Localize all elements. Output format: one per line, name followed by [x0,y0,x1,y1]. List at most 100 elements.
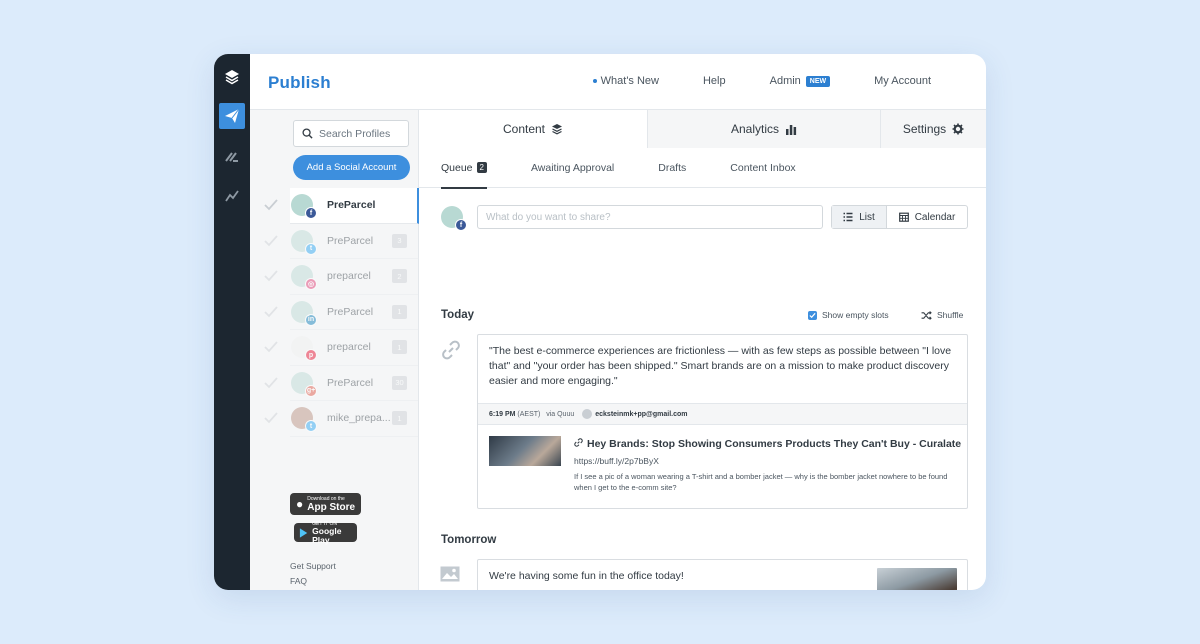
profile-item[interactable]: in PreParcel 1 [250,295,419,330]
profile-item[interactable]: g+ PreParcel 30 [250,366,419,401]
app-store-badge[interactable]: ● Download on the App Store [290,493,361,515]
profile-name: mike_prepa... [327,412,391,425]
check-icon[interactable] [264,270,278,282]
share-composer-input[interactable]: What do you want to share? [477,205,823,229]
reply-icon[interactable] [219,144,245,170]
faq-link[interactable]: FAQ [290,574,336,589]
twitter-icon: t [305,420,317,433]
check-icon[interactable] [264,234,278,247]
avatar: in [291,300,317,326]
list-label: List [859,211,875,223]
nav-label: Help [702,75,726,87]
profile-name: preparcel [327,341,371,354]
profile-name: PreParcel [327,234,374,247]
check-icon[interactable] [264,341,278,353]
nav-my-account[interactable]: My Account [874,75,931,87]
link-url[interactable]: https://buff.ly/2p7bByX [574,456,659,466]
shuffle-icon [921,310,932,320]
avatar: t [291,229,317,255]
profile-name: preparcel [327,270,371,283]
queued-post-tomorrow[interactable]: We're having some fun in the office toda… [477,559,968,590]
tab-analytics[interactable]: Analytics [647,110,880,148]
shuffle-button[interactable]: Shuffle [921,310,963,320]
link-icon [442,340,460,360]
profile-item[interactable]: t mike_prepa... 1 [250,401,419,437]
check-icon[interactable] [264,305,278,318]
calendar-icon [898,212,909,222]
facebook-icon: f [455,219,467,231]
link-title: Hey Brands: Stop Showing Consumers Produ… [574,438,961,450]
play-icon [299,527,308,538]
profile-name: PreParcel [327,305,374,318]
layers-icon[interactable] [219,64,245,90]
queue-count-badge: 2 [392,269,407,284]
avatar: g+ [291,371,317,397]
sidebar-footer-links: Get Support FAQ [290,559,336,589]
nav-admin[interactable]: Admin NEW [770,75,831,87]
avatar: ◎ [291,265,317,291]
day-heading-today: Today [441,309,475,321]
profile-item[interactable]: f PreParcel [250,188,419,224]
check-icon[interactable] [264,199,278,211]
subtab-drafts[interactable]: Drafts [658,148,686,188]
main-content: Content Analytics Settings Queue 2 Await… [419,110,986,590]
link-icon [574,438,583,447]
list-view-button[interactable]: List [832,206,887,228]
top-tabs: Content Analytics Settings [419,110,986,148]
tab-content[interactable]: Content [419,110,647,148]
new-badge: NEW [805,75,831,87]
nav-whats-new[interactable]: What's New [592,75,659,87]
subtab-queue[interactable]: Queue 2 [441,148,487,189]
profile-name: PreParcel [327,199,376,212]
tab-label: Analytics [730,122,780,136]
nav-help[interactable]: Help [703,75,726,87]
instagram-icon: ◎ [305,278,317,291]
linkedin-icon: in [305,313,317,326]
pinterest-icon: p [305,349,317,362]
twitter-icon: t [305,242,317,255]
check-icon[interactable] [264,376,278,389]
profile-item[interactable]: ◎ preparcel 2 [250,259,419,295]
search-profiles-input[interactable]: Search Profiles [293,120,409,147]
app-window: Publish What's New Help Admin NEW My Acco… [214,54,986,590]
post-timezone: (AEST) [517,410,541,418]
store-big-text: App Store [307,501,356,513]
check-icon[interactable] [264,412,278,424]
queue-count-badge: 3 [392,233,407,248]
avatar: t [291,407,317,433]
subtab-content-inbox[interactable]: Content Inbox [730,148,795,188]
add-social-account-button[interactable]: Add a Social Account [293,155,410,180]
analytics-icon[interactable] [219,183,245,209]
nav-label: Admin [769,75,801,87]
day-heading-tomorrow: Tomorrow [441,534,497,546]
sub-tabs: Queue 2 Awaiting Approval Drafts Content… [419,148,986,189]
profiles-sidebar: Search Profiles Add a Social Account f P… [250,110,419,590]
avatar: f [441,206,467,231]
image-icon [440,566,460,582]
link-thumbnail [489,436,561,466]
apple-icon: ● [296,497,304,511]
show-empty-label: Show empty slots [822,310,889,320]
link-preview[interactable]: Hey Brands: Stop Showing Consumers Produ… [478,425,967,507]
top-header: Publish What's New Help Admin NEW My Acco… [250,54,986,110]
checkbox-icon[interactable] [808,310,817,320]
tab-settings[interactable]: Settings [880,110,986,148]
post-text: "The best e-commerce experiences are fri… [489,345,952,387]
queued-post-today[interactable]: "The best e-commerce experiences are fri… [477,334,968,509]
layers-icon [552,124,563,135]
queue-count-badge: 2 [476,162,487,173]
show-empty-slots-toggle[interactable]: Show empty slots [808,310,889,320]
google-play-badge[interactable]: GET IT ON Google Play [294,521,357,544]
google-plus-icon: g+ [305,384,317,397]
profile-name: PreParcel [327,376,374,389]
paper-plane-icon[interactable] [219,103,245,129]
queue-count-badge: 1 [392,304,407,319]
search-placeholder: Search Profiles [319,127,391,140]
calendar-view-button[interactable]: Calendar [887,206,967,228]
profile-item[interactable]: t PreParcel 3 [250,224,419,259]
queue-count-badge: 30 [392,375,407,390]
link-title-text: Hey Brands: Stop Showing Consumers Produ… [587,438,962,450]
get-support-link[interactable]: Get Support [290,559,336,574]
profile-item[interactable]: p preparcel 1 [250,330,419,366]
subtab-awaiting-approval[interactable]: Awaiting Approval [531,148,614,188]
